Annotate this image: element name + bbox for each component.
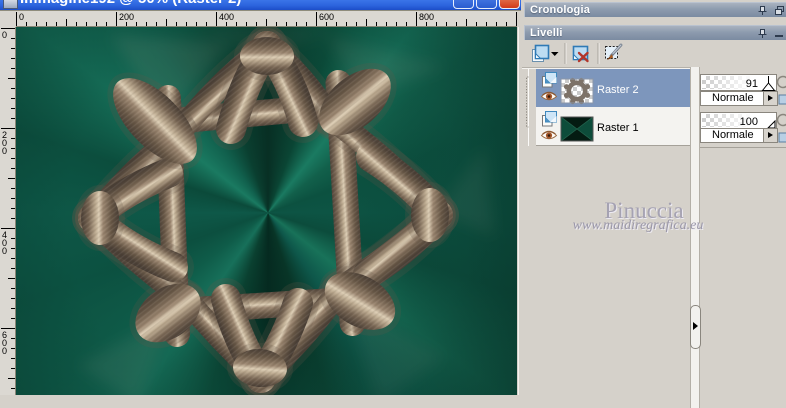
svg-text:0: 0 [19,12,24,22]
svg-text:0: 0 [2,146,7,156]
svg-text:800: 800 [419,12,434,22]
svg-text:91: 91 [746,78,758,90]
svg-text:0: 0 [2,246,7,256]
svg-text:100: 100 [740,116,758,128]
svg-text:0: 0 [2,346,7,356]
svg-text:400: 400 [219,12,234,22]
svg-text:600: 600 [319,12,334,22]
svg-text:0: 0 [2,30,7,40]
svg-text:200: 200 [119,12,134,22]
